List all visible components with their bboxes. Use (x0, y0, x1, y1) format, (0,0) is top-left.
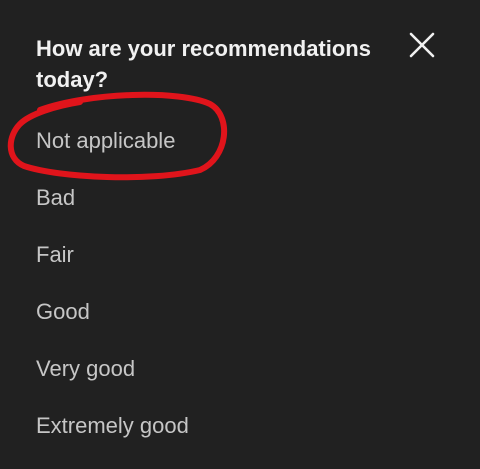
close-button[interactable] (406, 29, 438, 61)
option-label: Extremely good (36, 413, 189, 438)
option-bad[interactable]: Bad (0, 169, 480, 226)
option-extremely-good[interactable]: Extremely good (0, 397, 480, 454)
rating-options-list: Not applicable Bad Fair Good Very good E… (0, 112, 480, 454)
dialog-title: How are your recommendations today? (36, 36, 371, 92)
option-not-applicable[interactable]: Not applicable (0, 112, 480, 169)
option-good[interactable]: Good (0, 283, 480, 340)
recommendations-survey-dialog: How are your recommendations today? Not … (0, 0, 480, 469)
option-label: Not applicable (36, 128, 176, 153)
option-label: Good (36, 299, 90, 324)
option-label: Bad (36, 185, 76, 210)
option-label: Fair (36, 242, 74, 267)
close-icon (409, 32, 435, 58)
option-fair[interactable]: Fair (0, 226, 480, 283)
option-label: Very good (36, 356, 136, 381)
option-very-good[interactable]: Very good (0, 340, 480, 397)
